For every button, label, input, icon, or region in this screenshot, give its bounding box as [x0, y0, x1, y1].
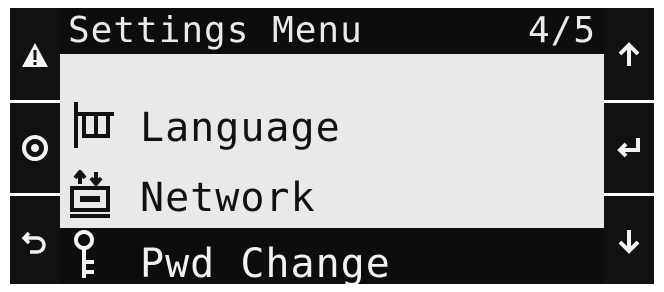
menu-item-label: Pwd Change: [140, 241, 391, 284]
arrow-down-icon: [618, 230, 640, 254]
up-button[interactable]: [604, 10, 654, 100]
display-panel: Settings Menu 4/5 Language Network Pwd C…: [10, 8, 654, 284]
warning-button[interactable]: [10, 10, 60, 100]
down-button[interactable]: [604, 196, 654, 286]
key-icon: [74, 230, 94, 278]
menu-item-pwd-change[interactable]: Pwd Change: [60, 228, 604, 284]
page-title: Settings Menu: [68, 10, 363, 51]
network-icon: [70, 170, 110, 218]
circle-icon: [22, 135, 48, 161]
menu-item-label: Network: [140, 175, 316, 221]
device-frame: Settings Menu 4/5 Language Network Pwd C…: [0, 0, 664, 292]
warning-icon: [22, 43, 48, 67]
menu-item-network[interactable]: Network: [60, 164, 604, 228]
page-indicator: 4/5: [527, 10, 596, 51]
enter-button[interactable]: [604, 103, 654, 193]
back-arrow-icon: [21, 231, 46, 254]
enter-icon: [617, 138, 640, 158]
back-button[interactable]: [10, 196, 60, 286]
home-button[interactable]: [10, 103, 60, 193]
menu-item-label: Language: [140, 105, 341, 151]
menu-item-language[interactable]: Language: [60, 94, 604, 158]
flag-icon: [74, 102, 114, 148]
screen-header: Settings Menu 4/5: [60, 8, 604, 54]
lcd-screen: Settings Menu 4/5 Language Network Pwd C…: [60, 8, 604, 284]
arrow-up-icon: [618, 42, 640, 66]
